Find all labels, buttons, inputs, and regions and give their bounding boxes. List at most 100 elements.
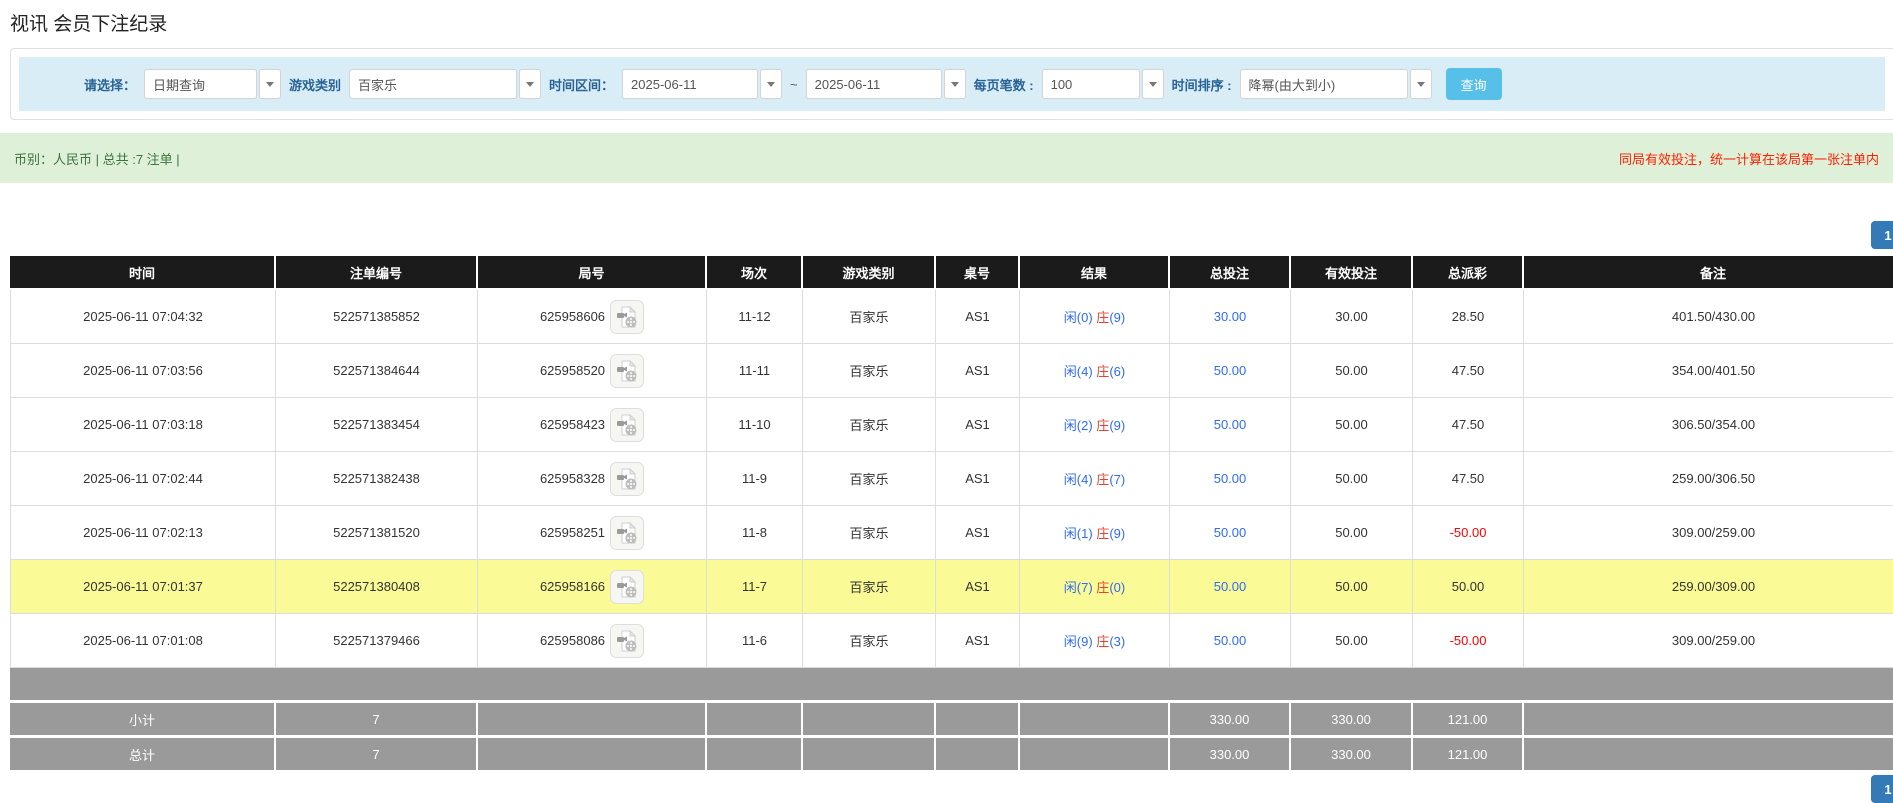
cell-total-bet: 50.00 <box>1170 560 1291 614</box>
cell-result: 闲(1) 庄(9) <box>1020 506 1170 560</box>
result-banker-text: 庄 <box>1096 472 1109 487</box>
video-replay-icon[interactable] <box>610 408 644 442</box>
cell-table-number: AS1 <box>936 344 1020 398</box>
grand-total-label: 总计 <box>10 738 276 773</box>
cell-game-type: 百家乐 <box>803 290 936 344</box>
pagination-page-1-bottom[interactable]: 1 <box>1871 775 1893 803</box>
pagination-page-1-top[interactable]: 1 <box>1871 221 1893 249</box>
cell-game-type: 百家乐 <box>803 506 936 560</box>
col-header-game-type: 游戏类别 <box>803 256 936 290</box>
cell-time: 2025-06-11 07:01:08 <box>10 614 276 668</box>
cell-total-payout: 28.50 <box>1413 290 1524 344</box>
cell-time: 2025-06-11 07:03:56 <box>10 344 276 398</box>
col-header-round-number: 局号 <box>478 256 707 290</box>
video-replay-icon[interactable] <box>610 354 644 388</box>
cell-result: 闲(4) 庄(7) <box>1020 452 1170 506</box>
cell-bet-number: 522571379466 <box>276 614 478 668</box>
cell-round-number: 625958328 <box>478 452 707 506</box>
cell-game-type: 百家乐 <box>803 560 936 614</box>
subtotal-count: 7 <box>276 703 478 738</box>
time-sort-combobox <box>1240 69 1432 99</box>
game-type-input[interactable] <box>349 69 517 99</box>
total-bet-link[interactable]: 30.00 <box>1214 309 1247 324</box>
cell-total-payout: 50.00 <box>1413 560 1524 614</box>
cell-bet-number: 522571381520 <box>276 506 478 560</box>
subtotal-row: 小计 7 330.00 330.00 121.00 <box>10 703 1893 738</box>
cell-table-number: AS1 <box>936 398 1020 452</box>
time-sort-caret-button[interactable] <box>1410 69 1432 99</box>
cell-round-number: 625958251 <box>478 506 707 560</box>
date-to-input[interactable] <box>806 69 942 99</box>
currency-total-text: 币别：人民币 | 总共 :7 注单 | <box>14 149 180 168</box>
filter-panel: 请选择： 游戏类别 时间区间： ~ 每页笔数 : 时间排序 : <box>10 48 1893 120</box>
round-number-text: 625958606 <box>540 309 605 324</box>
caret-down-icon <box>951 82 959 87</box>
video-replay-icon[interactable] <box>610 516 644 550</box>
col-header-table-number: 桌号 <box>936 256 1020 290</box>
game-type-caret-button[interactable] <box>519 69 541 99</box>
page-size-input[interactable] <box>1042 69 1140 99</box>
cell-total-payout: 47.50 <box>1413 398 1524 452</box>
result-banker-points: (9) <box>1109 310 1125 325</box>
video-replay-icon[interactable] <box>610 462 644 496</box>
grand-total-total-bet: 330.00 <box>1170 738 1291 773</box>
date-from-caret-button[interactable] <box>760 69 782 99</box>
result-banker-text: 庄 <box>1096 580 1109 595</box>
cell-round-number: 625958166 <box>478 560 707 614</box>
col-header-total-bet: 总投注 <box>1170 256 1291 290</box>
total-bet-link[interactable]: 50.00 <box>1214 471 1247 486</box>
query-button[interactable]: 查询 <box>1446 68 1502 100</box>
result-banker-points: (9) <box>1109 418 1125 433</box>
total-bet-link[interactable]: 50.00 <box>1214 525 1247 540</box>
total-bet-link[interactable]: 50.00 <box>1214 633 1247 648</box>
cell-round-number: 625958520 <box>478 344 707 398</box>
cell-round-number: 625958423 <box>478 398 707 452</box>
result-player-text: 闲(7) <box>1064 580 1093 595</box>
cell-result: 闲(7) 庄(0) <box>1020 560 1170 614</box>
video-replay-icon[interactable] <box>610 624 644 658</box>
grand-total-row: 总计 7 330.00 330.00 121.00 <box>10 738 1893 773</box>
col-header-result: 结果 <box>1020 256 1170 290</box>
query-type-label: 请选择： <box>84 75 136 94</box>
cell-table-number: AS1 <box>936 614 1020 668</box>
cell-remark: 309.00/259.00 <box>1524 614 1893 668</box>
caret-down-icon <box>1149 82 1157 87</box>
cell-game-type: 百家乐 <box>803 344 936 398</box>
video-replay-icon[interactable] <box>610 300 644 334</box>
date-to-caret-button[interactable] <box>944 69 966 99</box>
cell-valid-bet: 50.00 <box>1291 344 1413 398</box>
query-type-caret-button[interactable] <box>259 69 281 99</box>
col-header-session: 场次 <box>707 256 803 290</box>
cell-remark: 259.00/306.50 <box>1524 452 1893 506</box>
table-row: 2025-06-11 07:01:37 522571380408 6259581… <box>10 560 1893 614</box>
video-replay-icon[interactable] <box>610 570 644 604</box>
total-bet-link[interactable]: 50.00 <box>1214 579 1247 594</box>
time-sort-input[interactable] <box>1240 69 1408 99</box>
same-round-notice: 同局有效投注，统一计算在该局第一张注单内 <box>1619 149 1879 168</box>
page-size-caret-button[interactable] <box>1142 69 1164 99</box>
cell-time: 2025-06-11 07:02:13 <box>10 506 276 560</box>
result-banker-points: (7) <box>1109 472 1125 487</box>
result-player-text: 闲(2) <box>1064 418 1093 433</box>
total-bet-link[interactable]: 50.00 <box>1214 417 1247 432</box>
date-from-input[interactable] <box>622 69 758 99</box>
cell-session: 11-9 <box>707 452 803 506</box>
query-type-input[interactable] <box>144 69 257 99</box>
result-player-text: 闲(0) <box>1064 310 1093 325</box>
page-size-combobox <box>1042 69 1164 99</box>
table-header-row: 时间 注单编号 局号 场次 游戏类别 桌号 结果 总投注 有效投注 总派彩 备注 <box>10 256 1893 290</box>
cell-session: 11-11 <box>707 344 803 398</box>
caret-down-icon <box>266 82 274 87</box>
cell-total-bet: 50.00 <box>1170 398 1291 452</box>
game-type-label: 游戏类别 <box>289 75 341 94</box>
summary-gap <box>10 668 1893 703</box>
cell-total-payout: 47.50 <box>1413 344 1524 398</box>
total-bet-link[interactable]: 50.00 <box>1214 363 1247 378</box>
cell-table-number: AS1 <box>936 560 1020 614</box>
date-from-combobox <box>622 69 782 99</box>
page-size-label: 每页笔数 : <box>974 75 1034 94</box>
cell-result: 闲(4) 庄(6) <box>1020 344 1170 398</box>
cell-total-bet: 50.00 <box>1170 452 1291 506</box>
cell-session: 11-10 <box>707 398 803 452</box>
cell-total-payout: -50.00 <box>1413 506 1524 560</box>
